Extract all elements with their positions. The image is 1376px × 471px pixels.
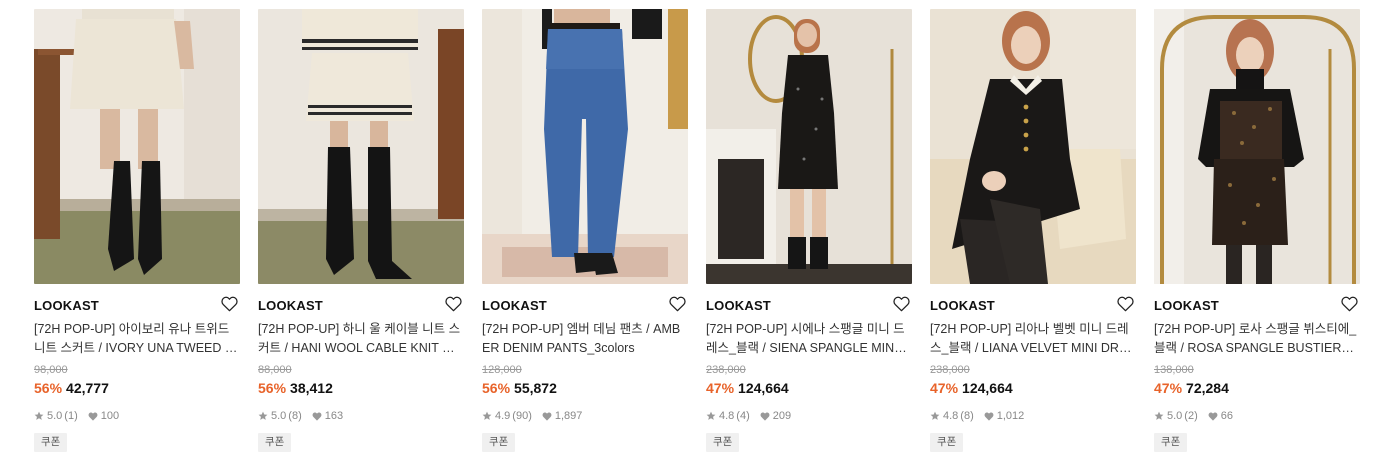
like-heart-icon <box>312 412 322 421</box>
brand-name[interactable]: LOOKAST <box>482 298 547 313</box>
like-count: 209 <box>772 410 792 422</box>
original-price: 128,000 <box>482 364 522 376</box>
original-price: 238,000 <box>706 364 746 376</box>
coupon-badge: 쿠폰 <box>930 433 964 452</box>
original-price: 88,000 <box>258 364 292 376</box>
price-line: 56% 42,777 <box>34 380 109 396</box>
star-icon <box>706 411 716 420</box>
product-image[interactable] <box>706 9 912 284</box>
price-line: 47% 72,284 <box>1154 380 1229 396</box>
sale-price: 124,664 <box>962 380 1013 396</box>
like-heart-icon <box>760 412 770 421</box>
price-line: 56% 55,872 <box>482 380 557 396</box>
like-count: 1,897 <box>554 410 583 422</box>
like-heart-icon <box>88 412 98 421</box>
rating-score: 4.8 <box>943 410 959 422</box>
rating-score: 4.8 <box>719 410 735 422</box>
product-image[interactable] <box>1154 9 1360 284</box>
product-stats: 5.0 (1) 100 <box>34 409 119 423</box>
product-title[interactable]: [72H POP-UP] 하니 울 케이블 니트 스커트 / HANI WOOL… <box>258 320 462 358</box>
wishlist-heart-icon[interactable] <box>221 296 238 312</box>
sale-price: 124,664 <box>738 380 789 396</box>
review-count: (1) <box>64 410 78 422</box>
wishlist-heart-icon[interactable] <box>669 296 686 312</box>
product-title[interactable]: [72H POP-UP] 아이보리 유나 트위드 니트 스커트 / IVORY … <box>34 320 238 358</box>
product-title[interactable]: [72H POP-UP] 시에나 스팽글 미니 드레스_블랙 / SIENA S… <box>706 320 910 358</box>
product-stats: 5.0 (2) 66 <box>1154 409 1233 423</box>
star-icon <box>1154 411 1164 420</box>
brand-name[interactable]: LOOKAST <box>1154 298 1219 313</box>
product-image[interactable] <box>930 9 1136 284</box>
discount-rate: 56% <box>34 380 63 396</box>
wishlist-heart-icon[interactable] <box>1341 296 1358 312</box>
review-count: (90) <box>512 410 532 422</box>
discount-rate: 47% <box>706 380 735 396</box>
coupon-badge: 쿠폰 <box>482 433 516 452</box>
product-image[interactable] <box>258 9 464 284</box>
coupon-badge: 쿠폰 <box>34 433 68 452</box>
star-icon <box>258 411 268 420</box>
discount-rate: 56% <box>258 380 287 396</box>
original-price: 238,000 <box>930 364 970 376</box>
product-stats: 5.0 (8) 163 <box>258 409 343 423</box>
star-icon <box>930 411 940 420</box>
like-heart-icon <box>542 412 552 421</box>
coupon-badge: 쿠폰 <box>1154 433 1188 452</box>
like-count: 66 <box>1220 410 1233 422</box>
wishlist-heart-icon[interactable] <box>445 296 462 312</box>
star-icon <box>482 411 492 420</box>
product-photo-cable-knit-skirt <box>258 9 464 284</box>
price-line: 47% 124,664 <box>930 380 1013 396</box>
brand-name[interactable]: LOOKAST <box>34 298 99 313</box>
like-count: 100 <box>100 410 120 422</box>
product-photo-denim-pants <box>482 9 688 284</box>
discount-rate: 47% <box>930 380 959 396</box>
brand-name[interactable]: LOOKAST <box>706 298 771 313</box>
product-stats: 4.8 (8) 1,012 <box>930 409 1024 423</box>
like-heart-icon <box>1208 412 1218 421</box>
product-photo-velvet-mini-dress <box>930 9 1136 284</box>
product-image[interactable] <box>482 9 688 284</box>
review-count: (8) <box>288 410 302 422</box>
product-stats: 4.8 (4) 209 <box>706 409 791 423</box>
sale-price: 42,777 <box>66 380 109 396</box>
product-photo-ivory-skirt <box>34 9 240 284</box>
price-line: 56% 38,412 <box>258 380 333 396</box>
rating-score: 5.0 <box>47 410 63 422</box>
sale-price: 38,412 <box>290 380 333 396</box>
review-count: (2) <box>1184 410 1198 422</box>
wishlist-heart-icon[interactable] <box>893 296 910 312</box>
original-price: 138,000 <box>1154 364 1194 376</box>
product-photo-spangle-mini-dress <box>706 9 912 284</box>
review-count: (4) <box>736 410 750 422</box>
coupon-badge: 쿠폰 <box>706 433 740 452</box>
product-photo-spangle-bustier <box>1154 9 1360 284</box>
rating-score: 5.0 <box>1167 410 1183 422</box>
brand-name[interactable]: LOOKAST <box>930 298 995 313</box>
review-count: (8) <box>960 410 974 422</box>
brand-name[interactable]: LOOKAST <box>258 298 323 313</box>
product-title[interactable]: [72H POP-UP] 리아나 벨벳 미니 드레스_블랙 / LIANA VE… <box>930 320 1134 358</box>
product-grid: LOOKAST [72H POP-UP] 아이보리 유나 트위드 니트 스커트 … <box>0 0 1376 471</box>
like-count: 1,012 <box>996 410 1025 422</box>
rating-score: 4.9 <box>495 410 511 422</box>
like-count: 163 <box>324 410 344 422</box>
product-title[interactable]: [72H POP-UP] 로사 스팽글 뷔스티에_블랙 / ROSA SPANG… <box>1154 320 1358 358</box>
sale-price: 72,284 <box>1186 380 1229 396</box>
sale-price: 55,872 <box>514 380 557 396</box>
wishlist-heart-icon[interactable] <box>1117 296 1134 312</box>
rating-score: 5.0 <box>271 410 287 422</box>
price-line: 47% 124,664 <box>706 380 789 396</box>
product-title[interactable]: [72H POP-UP] 엠버 데님 팬츠 / AMBER DENIM PANT… <box>482 320 686 358</box>
like-heart-icon <box>984 412 994 421</box>
discount-rate: 47% <box>1154 380 1183 396</box>
discount-rate: 56% <box>482 380 511 396</box>
star-icon <box>34 411 44 420</box>
original-price: 98,000 <box>34 364 68 376</box>
product-image[interactable] <box>34 9 240 284</box>
product-stats: 4.9 (90) 1,897 <box>482 409 582 423</box>
coupon-badge: 쿠폰 <box>258 433 292 452</box>
